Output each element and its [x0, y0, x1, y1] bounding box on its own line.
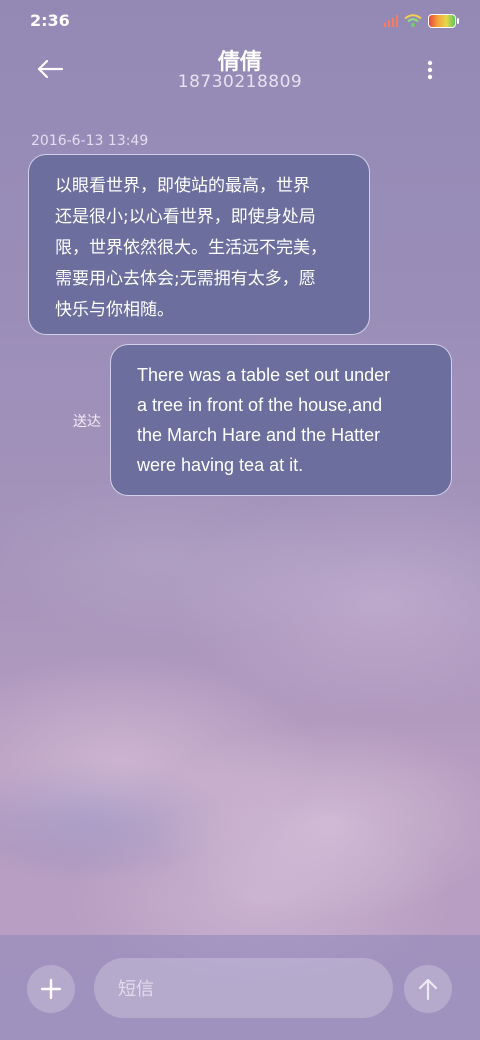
conversation-header: 倩倩 18730218809 — [0, 40, 480, 110]
outgoing-message-bubble[interactable]: There was a table set out under a tree i… — [110, 344, 452, 496]
contact-phone-number: 18730218809 — [177, 72, 303, 92]
signal-icon — [384, 15, 398, 27]
message-line: a tree in front of the house,and — [137, 395, 383, 415]
status-bar: 2:36 — [0, 0, 480, 40]
plus-icon — [40, 978, 62, 1000]
message-line: 以眼看世界，即使站的最高，世界 — [55, 176, 310, 196]
composer-bar: 短信 — [0, 935, 480, 1040]
battery-icon — [428, 14, 459, 28]
send-arrow-icon — [418, 978, 438, 1001]
message-line: were having tea at it. — [137, 455, 304, 475]
message-input-placeholder: 短信 — [118, 979, 154, 1000]
status-icons — [384, 12, 459, 30]
more-options-button[interactable] — [416, 54, 444, 86]
message-line: 需要用心去体会;无需拥有太多，愿 — [55, 269, 316, 289]
add-attachment-button[interactable] — [27, 965, 75, 1013]
wifi-icon — [404, 14, 422, 27]
status-time: 2:36 — [30, 11, 70, 30]
incoming-message-bubble[interactable]: 以眼看世界，即使站的最高，世界 还是很小;以心看世界，即使身处局 限，世界依然很… — [28, 154, 370, 335]
message-line: 快乐与你相随。 — [55, 300, 174, 320]
message-line: There was a table set out under — [137, 365, 391, 385]
message-line: the March Hare and the Hatter — [137, 425, 381, 445]
message-input[interactable]: 短信 — [94, 958, 393, 1018]
delivery-status: 送达 — [73, 414, 101, 430]
more-vertical-icon — [427, 60, 433, 80]
message-line: 限，世界依然很大。生活远不完美， — [55, 238, 327, 258]
message-line: 还是很小;以心看世界，即使身处局 — [55, 207, 316, 227]
send-button[interactable] — [404, 965, 452, 1013]
message-timestamp: 2016-6-13 13:49 — [31, 133, 149, 149]
